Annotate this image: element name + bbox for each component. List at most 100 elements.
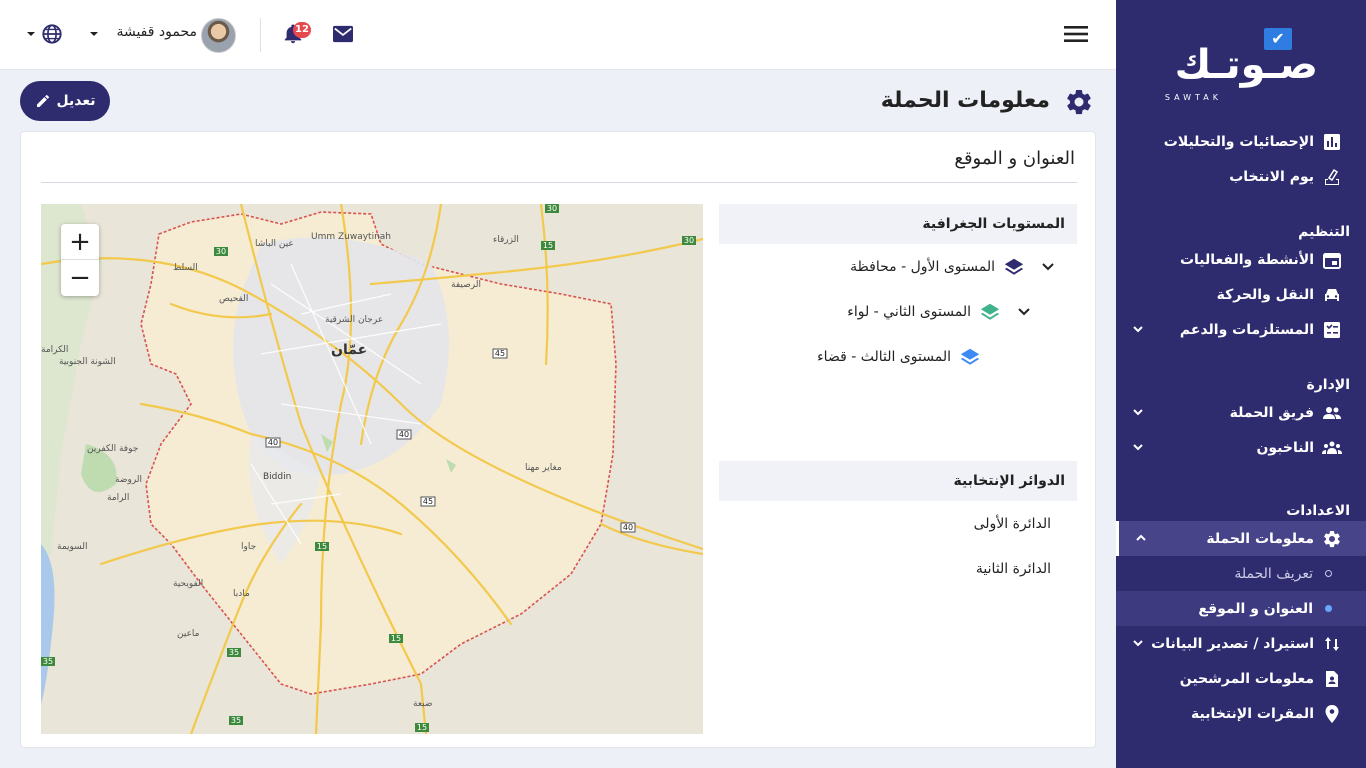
geographic-levels-heading: المستويات الجغرافية [719, 204, 1077, 244]
layers-icon [980, 303, 1000, 320]
svg-text:45: 45 [495, 349, 505, 358]
sidebar: ✔ صـوتـك SAWTAK الإحصائيات والتحليلات يو… [1116, 0, 1366, 768]
address-location-card: العنوان و الموقع 30 15 30 45 40 40 45 40… [20, 131, 1096, 748]
logo-text: صـوتـك [1174, 42, 1318, 88]
sidebar-item-transport[interactable]: النقل والحركة [1116, 277, 1366, 312]
svg-text:40: 40 [623, 523, 633, 532]
district-item[interactable]: الدائرة الثانية [719, 546, 1077, 591]
edit-button-label: تعديل [56, 93, 96, 109]
tree-level-label: المستوى الثالث - قضاء [817, 348, 951, 365]
chevron-down-icon[interactable] [24, 27, 38, 41]
svg-text:15: 15 [317, 542, 327, 551]
layers-icon [960, 348, 980, 365]
svg-text:15: 15 [543, 241, 553, 250]
geographic-levels-panel: المستويات الجغرافية المستوى الأول - محاف… [719, 204, 1077, 379]
svg-text:35: 35 [43, 657, 53, 666]
avatar[interactable] [201, 18, 236, 53]
document-person-icon [1326, 670, 1338, 687]
svg-text:40: 40 [399, 430, 409, 439]
map-label-amman: عمّان [331, 342, 367, 358]
logo: ✔ صـوتـك SAWTAK [1162, 26, 1322, 102]
sidebar-subitem-address-location[interactable]: العنوان و الموقع [1116, 591, 1366, 626]
tree-level-1[interactable]: المستوى الأول - محافظة [719, 244, 1077, 289]
sidebar-item-label: النقل والحركة [1216, 286, 1314, 303]
team-icon [1323, 406, 1341, 419]
svg-text:الزرقاء: الزرقاء [493, 235, 519, 245]
sidebar-item-supplies[interactable]: المستلزمات والدعم [1116, 312, 1366, 347]
sidebar-item-statistics[interactable]: الإحصائيات والتحليلات [1116, 124, 1366, 159]
chevron-down-icon[interactable] [1130, 635, 1146, 651]
bullet-icon [1325, 605, 1332, 612]
svg-text:جاوا: جاوا [241, 542, 256, 552]
electoral-districts-panel: الدوائر الإنتخابية الدائرة الأولى الدائر… [719, 461, 1077, 591]
expand-chevron-icon[interactable] [1015, 303, 1033, 321]
zoom-in-button[interactable]: + [61, 224, 99, 260]
map-canvas[interactable]: 30 15 30 45 40 40 45 40 15 35 15 35 35 3… [41, 204, 703, 734]
divider [41, 182, 1077, 183]
sidebar-subitem-campaign-definition[interactable]: تعريف الحملة [1116, 556, 1366, 591]
svg-text:30: 30 [216, 247, 226, 256]
svg-text:30: 30 [547, 204, 557, 213]
user-menu-chevron-icon[interactable] [87, 27, 101, 41]
sidebar-item-voters[interactable]: الناخبون [1116, 430, 1366, 465]
sidebar-item-campaign-info[interactable]: معلومات الحملة [1116, 521, 1366, 556]
expand-chevron-icon[interactable] [1039, 258, 1057, 276]
sidebar-item-label: معلومات الحملة [1206, 530, 1314, 547]
swap-vertical-icon [1325, 636, 1339, 651]
language-globe-icon[interactable] [41, 23, 63, 45]
svg-text:Biddin: Biddin [263, 472, 291, 482]
top-bar: محمود قفيشة 12 [0, 0, 1116, 70]
edit-button[interactable]: تعديل [20, 81, 110, 121]
svg-text:ضبعة: ضبعة [413, 699, 433, 709]
page-title: معلومات الحملة [880, 88, 1050, 113]
sidebar-item-offices[interactable]: المقرات الإنتخابية [1116, 696, 1366, 731]
checklist-icon [1324, 321, 1340, 338]
chevron-up-icon[interactable] [1133, 530, 1149, 546]
sidebar-subitem-label: العنوان و الموقع [1198, 600, 1313, 617]
sidebar-item-team[interactable]: فريق الحملة [1116, 395, 1366, 430]
svg-text:مادبا: مادبا [233, 589, 250, 599]
svg-text:الفويحية: الفويحية [173, 579, 203, 589]
car-icon [1325, 288, 1339, 301]
card-title: العنوان و الموقع [954, 148, 1075, 169]
svg-text:الشونة الجنوبية: الشونة الجنوبية [59, 357, 116, 367]
sidebar-item-election-day[interactable]: يوم الانتخاب [1116, 159, 1366, 194]
chart-icon [1324, 133, 1340, 150]
menu-toggle-icon[interactable] [1064, 24, 1088, 44]
sidebar-subitem-label: تعريف الحملة [1234, 565, 1313, 582]
svg-text:الرامة: الرامة [107, 493, 129, 503]
calendar-icon [1323, 252, 1341, 269]
voters-icon [1322, 441, 1342, 454]
svg-text:السلط: السلط [173, 263, 198, 273]
sidebar-item-activities[interactable]: الأنشطة والفعاليات [1116, 242, 1366, 277]
bullet-icon [1325, 570, 1332, 577]
sidebar-item-import-export[interactable]: استيراد / تصدير البيانات [1116, 626, 1366, 661]
sidebar-item-label: يوم الانتخاب [1229, 168, 1314, 185]
tree-level-2[interactable]: المستوى الثاني - لواء [719, 289, 1077, 334]
map[interactable]: 30 15 30 45 40 40 45 40 15 35 15 35 35 3… [41, 204, 703, 734]
svg-text:الفحيص: الفحيص [219, 294, 248, 304]
svg-text:35: 35 [231, 716, 241, 725]
chevron-down-icon[interactable] [1130, 404, 1146, 420]
svg-text:عين الباشا: عين الباشا [255, 239, 294, 249]
district-item[interactable]: الدائرة الأولى [719, 501, 1077, 546]
gear-icon [1067, 89, 1091, 115]
tree-level-label: المستوى الأول - محافظة [850, 258, 995, 275]
tree-level-3[interactable]: المستوى الثالث - قضاء [719, 334, 1077, 379]
svg-text:15: 15 [417, 723, 427, 732]
user-name[interactable]: محمود قفيشة [105, 24, 197, 40]
chevron-down-icon[interactable] [1130, 439, 1146, 455]
sidebar-item-label: فريق الحملة [1229, 404, 1314, 421]
sidebar-item-label: الأنشطة والفعاليات [1179, 251, 1314, 268]
sidebar-item-label: المستلزمات والدعم [1179, 321, 1314, 338]
notification-badge: 12 [293, 22, 311, 38]
ballot-icon [1325, 168, 1339, 185]
pencil-icon [36, 94, 49, 107]
sidebar-nav: الإحصائيات والتحليلات يوم الانتخاب التنظ… [1116, 124, 1366, 731]
sidebar-item-candidates[interactable]: معلومات المرشحين [1116, 661, 1366, 696]
zoom-out-button[interactable]: − [61, 260, 99, 296]
svg-text:الروضة: الروضة [115, 475, 142, 485]
layers-icon [1004, 258, 1024, 275]
chevron-down-icon[interactable] [1130, 321, 1146, 337]
mail-icon[interactable] [332, 24, 354, 44]
